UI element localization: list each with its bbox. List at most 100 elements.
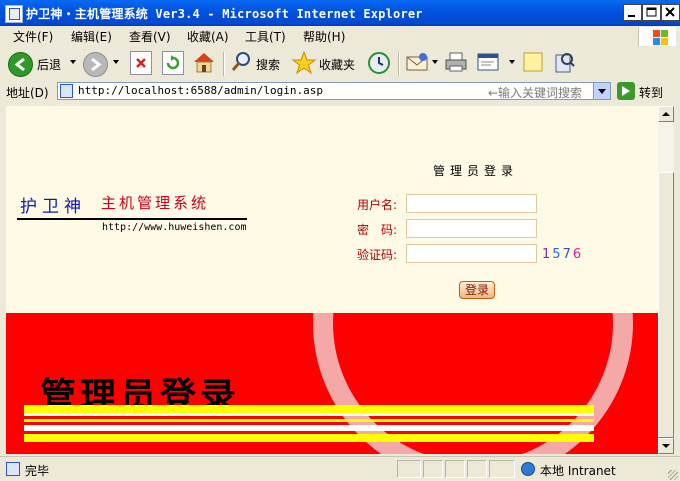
back-dropdown-arrow[interactable] (70, 60, 76, 64)
address-field[interactable]: http://localhost:6588/admin/login.asp ←输… (57, 82, 611, 100)
edit-page-icon (477, 53, 499, 71)
captcha-digit: 6 (572, 247, 584, 262)
minimize-icon (628, 15, 635, 17)
maximize-button[interactable] (642, 4, 661, 21)
scroll-up-button[interactable] (658, 106, 674, 122)
address-bar: 地址(D) http://localhost:6588/admin/login.… (0, 80, 680, 104)
windows-logo (638, 27, 676, 47)
logo-brand: 护卫神 (20, 197, 86, 217)
edit-button[interactable] (476, 51, 502, 73)
menu-bar: 文件(F) 编辑(E) 查看(V) 收藏(A) 工具(T) 帮助(H) (0, 26, 680, 47)
favorites-star-icon (291, 50, 317, 75)
status-bar: 完毕 本地 Intranet (0, 456, 680, 481)
close-button[interactable] (661, 4, 680, 21)
status-cell (445, 460, 465, 478)
toolbar-separator (398, 52, 400, 76)
password-input[interactable] (406, 219, 537, 238)
captcha-digit: 5 (552, 247, 563, 262)
mail-dropdown-arrow[interactable] (432, 60, 438, 64)
banner-stripe (24, 434, 594, 442)
resize-grip[interactable] (668, 470, 678, 480)
browser-window: 护卫神・主机管理系统 Ver3.4 - Microsoft Internet E… (0, 0, 680, 481)
title-bar[interactable]: 护卫神・主机管理系统 Ver3.4 - Microsoft Internet E… (0, 0, 680, 26)
stop-button[interactable] (130, 51, 152, 75)
toolbar: 后退 搜索 收藏夹 (0, 46, 680, 81)
go-arrow-icon[interactable] (617, 82, 635, 100)
scroll-down-button[interactable] (658, 438, 674, 454)
vertical-scrollbar[interactable] (658, 106, 674, 454)
captcha-digit: 7 (562, 247, 573, 262)
discuss-button[interactable] (522, 51, 544, 73)
page-content: 护卫神 主机管理系统 http://www.huweishen.com 管理员登… (6, 106, 658, 454)
back-label[interactable]: 后退 (37, 56, 61, 73)
username-label: 用户名: (357, 198, 398, 212)
edit-dropdown-arrow[interactable] (509, 60, 515, 64)
status-cell (423, 460, 443, 478)
printer-icon (445, 52, 467, 72)
ie-page-icon (5, 5, 23, 23)
research-button[interactable] (552, 51, 576, 75)
menu-file[interactable]: 文件(F) (13, 28, 53, 45)
home-button[interactable] (192, 51, 216, 73)
forward-arrow-icon (91, 57, 102, 72)
go-button[interactable]: 转到 (639, 84, 663, 101)
minimize-button[interactable] (623, 4, 642, 21)
maximize-icon (646, 7, 657, 17)
logo-system-name: 主机管理系统 (101, 194, 210, 212)
forward-button[interactable] (83, 52, 108, 77)
refresh-icon (166, 55, 180, 70)
history-clock-icon (378, 57, 384, 66)
captcha-input[interactable] (406, 244, 537, 263)
favorites-button[interactable] (291, 50, 317, 75)
status-cell (397, 460, 421, 478)
banner-stripe (24, 419, 594, 422)
sticky-note-icon (523, 52, 543, 72)
banner-stripe (24, 425, 594, 431)
status-cell (467, 460, 487, 478)
mail-icon (406, 53, 428, 71)
mail-button[interactable] (405, 51, 429, 73)
address-dropdown-button[interactable] (593, 83, 610, 99)
captcha-digit: 1 (542, 247, 553, 262)
chevron-down-icon (662, 444, 670, 448)
history-button[interactable] (368, 52, 390, 74)
back-arrow-icon (14, 57, 25, 72)
search-icon (231, 52, 250, 71)
status-text: 完毕 (25, 464, 50, 478)
print-button[interactable] (444, 51, 468, 73)
username-input[interactable] (406, 194, 537, 213)
chevron-up-icon (662, 112, 670, 116)
stop-icon (136, 58, 146, 68)
menu-help[interactable]: 帮助(H) (303, 28, 345, 45)
menu-edit[interactable]: 编辑(E) (71, 28, 112, 45)
login-button[interactable]: 登录 (459, 281, 495, 299)
close-icon (665, 7, 675, 17)
forward-dropdown-arrow[interactable] (113, 60, 119, 64)
address-url[interactable]: http://localhost:6588/admin/login.asp (78, 84, 323, 97)
captcha-label: 验证码: (357, 248, 398, 262)
login-title: 管理员登录 (433, 164, 519, 178)
security-zone: 本地 Intranet (540, 464, 616, 478)
home-icon (194, 53, 214, 73)
decorative-ring (313, 313, 633, 454)
scroll-thumb[interactable] (658, 172, 674, 438)
menu-tools[interactable]: 工具(T) (245, 28, 286, 45)
banner-stripe (24, 405, 594, 413)
password-label: 密 码: (357, 223, 398, 237)
window-title: 护卫神・主机管理系统 Ver3.4 - Microsoft Internet E… (26, 7, 423, 21)
menu-favorites[interactable]: 收藏(A) (187, 28, 229, 45)
intranet-globe-icon (521, 462, 535, 476)
address-search-hint: ←输入关键词搜索 (488, 86, 583, 100)
back-button[interactable] (8, 52, 33, 77)
logo-underline (17, 218, 247, 220)
research-icon (555, 53, 575, 73)
logo-url: http://www.huweishen.com (102, 222, 247, 233)
captcha-image[interactable]: 1576 (542, 247, 583, 262)
search-label[interactable]: 搜索 (256, 56, 280, 73)
search-button[interactable] (230, 51, 252, 73)
favorites-label[interactable]: 收藏夹 (319, 56, 355, 73)
address-label: 地址(D) (6, 86, 49, 100)
refresh-button[interactable] (162, 51, 184, 75)
page-done-icon (6, 462, 20, 476)
menu-view[interactable]: 查看(V) (129, 28, 171, 45)
